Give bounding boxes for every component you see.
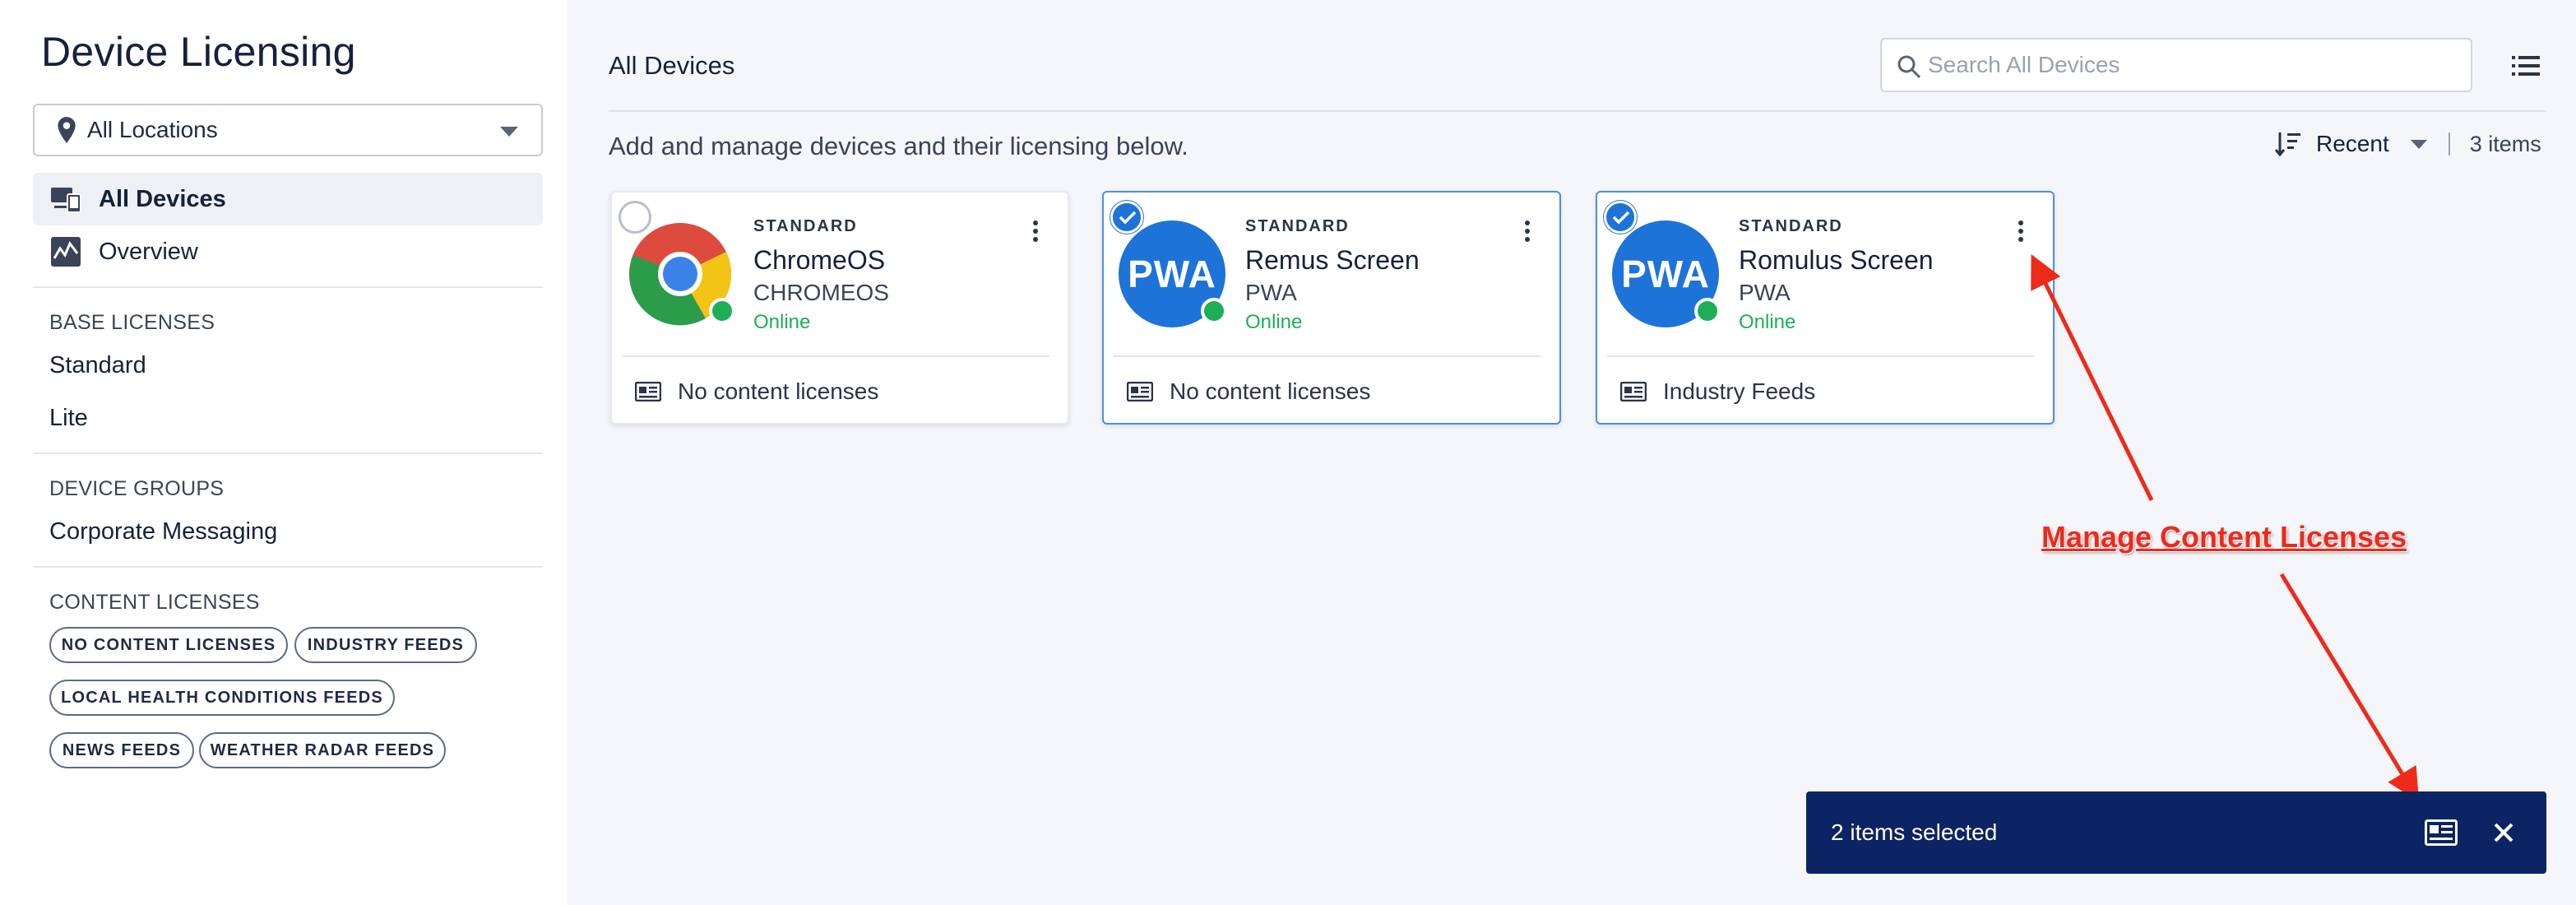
license-tier: STANDARD	[1739, 217, 1843, 235]
sidebar-item-all-devices[interactable]: All Devices	[33, 173, 543, 225]
divider	[33, 566, 543, 568]
chip-industry-feeds[interactable]: INDUSTRY FEEDS	[294, 627, 477, 663]
chip-weather-radar-feeds[interactable]: WEATHER RADAR FEEDS	[199, 732, 446, 768]
location-value: All Locations	[87, 117, 218, 142]
search-box[interactable]	[1880, 38, 2472, 92]
device-name: Remus Screen	[1245, 245, 1420, 275]
checkmark-icon	[1119, 211, 1137, 225]
online-status-dot	[1694, 298, 1721, 324]
sidebar-title: Device Licensing	[41, 29, 356, 75]
more-options-icon[interactable]	[1525, 220, 1531, 244]
separator	[2448, 132, 2450, 155]
device-groups-heading: DEVICE GROUPS	[49, 477, 225, 500]
sidebar-item-label: Overview	[99, 238, 198, 265]
device-card-romulus-screen[interactable]: PWA STANDARD Romulus Screen PWA Online I…	[1596, 191, 2055, 425]
device-type: PWA	[1245, 280, 1297, 305]
chip-news-feeds[interactable]: NEWS FEEDS	[49, 732, 194, 768]
devices-icon	[51, 188, 81, 213]
more-options-icon[interactable]	[1033, 220, 1040, 244]
sidebar-item-standard[interactable]: Standard	[49, 352, 146, 379]
device-type: PWA	[1739, 280, 1791, 305]
online-status-dot	[1201, 298, 1227, 324]
device-card-remus-screen[interactable]: PWA STANDARD Remus Screen PWA Online No …	[1102, 191, 1561, 425]
device-status: Online	[753, 311, 811, 333]
sidebar-item-corporate-messaging[interactable]: Corporate Messaging	[49, 518, 277, 545]
page-title: All Devices	[609, 51, 735, 80]
content-licenses-summary: Industry Feeds	[1620, 378, 1815, 405]
selection-count: 2 items selected	[1831, 819, 1998, 845]
map-pin-icon	[58, 117, 76, 143]
selection-bar: 2 items selected	[1806, 791, 2546, 874]
chip-local-health-conditions-feeds[interactable]: LOCAL HEALTH CONDITIONS FEEDS	[49, 680, 395, 716]
card-divider	[622, 355, 1049, 357]
manage-content-licenses-icon[interactable]	[2425, 819, 2458, 846]
content-licenses-text: No content licenses	[1170, 378, 1371, 404]
device-type: CHROMEOS	[753, 280, 889, 305]
checkmark-icon	[1612, 211, 1630, 225]
device-name: ChromeOS	[753, 245, 886, 275]
base-licenses-heading: BASE LICENSES	[49, 311, 215, 334]
sidebar-item-lite[interactable]: Lite	[49, 405, 88, 432]
content-licenses-summary: No content licenses	[635, 378, 878, 405]
device-status: Online	[1739, 311, 1796, 333]
select-checkbox[interactable]	[1604, 201, 1637, 234]
license-card-icon	[1127, 382, 1153, 401]
sidebar-item-label: All Devices	[99, 185, 226, 212]
sort-control[interactable]: Recent 3 items	[2273, 130, 2541, 158]
divider	[33, 286, 543, 288]
chevron-down-icon	[500, 127, 518, 137]
sort-label: Recent	[2316, 131, 2389, 156]
activity-chart-icon	[51, 237, 81, 267]
device-card-chromeos[interactable]: STANDARD ChromeOS CHROMEOS Online No con…	[610, 191, 1069, 425]
arrow-to-license-button	[2279, 573, 2420, 802]
content-licenses-heading: CONTENT LICENSES	[49, 591, 260, 614]
list-view-icon[interactable]	[2512, 54, 2540, 77]
search-icon	[1897, 55, 1921, 79]
sidebar: Device Licensing All Locations All Devic…	[0, 0, 568, 905]
license-tier: STANDARD	[1245, 217, 1350, 235]
device-status: Online	[1245, 311, 1303, 333]
search-input[interactable]	[1928, 52, 2471, 78]
card-divider	[1607, 355, 2035, 357]
license-card-icon	[1620, 382, 1647, 401]
content-licenses-text: No content licenses	[678, 378, 879, 404]
annotation-label: Manage Content Licenses	[2041, 520, 2407, 554]
chip-no-content-licenses[interactable]: NO CONTENT LICENSES	[49, 627, 288, 663]
sort-icon	[2274, 132, 2300, 157]
license-tier: STANDARD	[753, 217, 858, 235]
page-subtitle: Add and manage devices and their licensi…	[609, 132, 1188, 160]
more-options-icon[interactable]	[2018, 220, 2025, 244]
close-icon[interactable]	[2489, 818, 2518, 847]
content-licenses-text: Industry Feeds	[1663, 378, 1816, 404]
chevron-down-icon	[2410, 139, 2427, 149]
card-divider	[1114, 355, 1541, 357]
header-divider	[609, 110, 2546, 112]
content-licenses-summary: No content licenses	[1127, 378, 1370, 405]
license-card-icon	[635, 382, 661, 401]
device-name: Romulus Screen	[1739, 245, 1934, 275]
sidebar-item-overview[interactable]: Overview	[33, 225, 543, 278]
select-checkbox[interactable]	[1110, 201, 1143, 234]
location-dropdown[interactable]: All Locations	[33, 104, 543, 156]
item-count: 3 items	[2469, 131, 2541, 156]
divider	[33, 452, 543, 454]
online-status-dot	[709, 298, 735, 324]
